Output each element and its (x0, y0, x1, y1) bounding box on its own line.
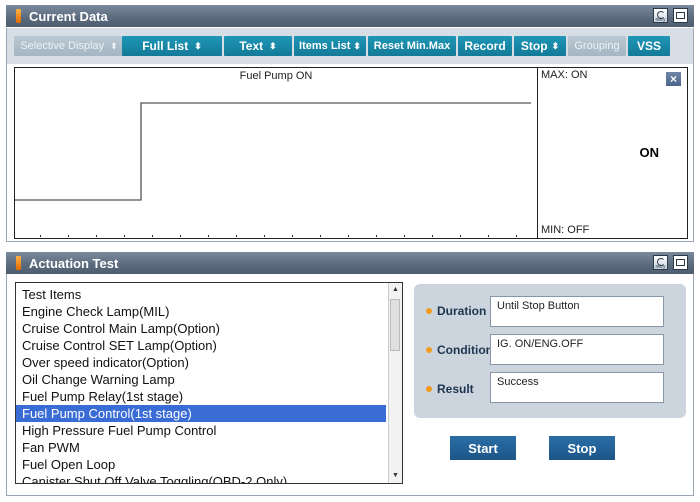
current-data-titlebar: Current Data (6, 5, 694, 27)
dropdown-arrow-icon: ⬍ (110, 40, 118, 51)
duration-label: Duration (426, 304, 486, 318)
reset-minmax-button[interactable]: Reset Min.Max (368, 36, 456, 56)
list-item[interactable]: Cruise Control SET Lamp(Option) (16, 337, 386, 354)
bullet-icon (426, 386, 432, 392)
panel-marker-icon (16, 256, 21, 270)
dropdown-arrow-icon: ⬍ (353, 40, 361, 51)
list-item-selected[interactable]: Fuel Pump Control(1st stage) (16, 405, 386, 422)
actuation-test-title: Actuation Test (29, 255, 119, 271)
result-label: Result (426, 382, 474, 396)
list-item[interactable]: Oil Change Warning Lamp (16, 371, 386, 388)
min-label: MIN: OFF (541, 224, 590, 236)
bullet-icon (426, 308, 432, 314)
list-item[interactable]: Cruise Control Main Lamp(Option) (16, 320, 386, 337)
maximize-icon[interactable] (673, 8, 688, 23)
conditions-field: IG. ON/ENG.OFF (490, 334, 664, 365)
signal-trace (15, 102, 531, 201)
list-item[interactable]: Canister Shut Off Valve Toggling(OBD-2 O… (16, 473, 386, 483)
current-data-title: Current Data (29, 8, 108, 24)
graph-value-panel: MAX: ON × ON MIN: OFF (538, 67, 688, 239)
graph-plot (15, 102, 531, 237)
full-list-button[interactable]: Full List ⬍ (122, 36, 222, 56)
result-field: Success (490, 372, 664, 403)
max-label: MAX: ON (541, 69, 588, 81)
actuation-test-titlebar: Actuation Test (6, 252, 694, 274)
list-item[interactable]: Fuel Pump Relay(1st stage) (16, 388, 386, 405)
vss-button[interactable]: VSS (628, 36, 670, 56)
stop-dropdown-button[interactable]: Stop ⬍ (514, 36, 566, 56)
dropdown-arrow-icon: ⬍ (551, 40, 560, 51)
scroll-up-icon[interactable]: ▲ (389, 283, 402, 297)
current-data-toolbar: Selective Display ⬍ Full List ⬍ Text ⬍ Item… (6, 28, 694, 64)
dropdown-arrow-icon: ⬍ (194, 40, 202, 51)
fuel-pump-graph: Fuel Pump ON (14, 67, 538, 239)
items-list-button[interactable]: Items List ⬍ (294, 36, 366, 56)
current-value: ON (639, 145, 660, 160)
start-button[interactable]: Start (450, 436, 516, 460)
x-axis-ticks (40, 235, 517, 237)
text-button[interactable]: Text ⬍ (224, 36, 292, 56)
maximize-icon[interactable] (673, 255, 688, 270)
record-button[interactable]: Record (458, 36, 512, 56)
stop-button[interactable]: Stop (549, 436, 615, 460)
close-icon[interactable]: × (666, 72, 681, 86)
grouping-button[interactable]: Grouping (568, 36, 626, 56)
scroll-thumb[interactable] (390, 299, 400, 351)
list-item[interactable]: High Pressure Fuel Pump Control (16, 422, 386, 439)
selective-display-button[interactable]: Selective Display ⬍ (14, 36, 124, 56)
dropdown-arrow-icon: ⬍ (269, 40, 277, 51)
bullet-icon (426, 347, 432, 353)
retry-icon[interactable] (653, 255, 668, 270)
list-item[interactable]: Over speed indicator(Option) (16, 354, 386, 371)
list-scrollbar[interactable]: ▲ ▼ (388, 283, 402, 483)
list-header: Test Items (22, 287, 82, 302)
panel-marker-icon (16, 9, 21, 23)
scroll-down-icon[interactable]: ▼ (389, 469, 402, 483)
retry-icon[interactable] (653, 8, 668, 23)
list-item[interactable]: Engine Check Lamp(MIL) (16, 303, 386, 320)
list-item[interactable]: Fan PWM (16, 439, 386, 456)
test-items-list[interactable]: Test Items Engine Check Lamp(MIL) Cruise… (15, 282, 403, 484)
test-info-panel: Duration Until Stop Button Conditions IG… (414, 284, 686, 418)
duration-field: Until Stop Button (490, 296, 664, 327)
list-item[interactable]: Fuel Open Loop (16, 456, 386, 473)
conditions-label: Conditions (426, 343, 500, 357)
